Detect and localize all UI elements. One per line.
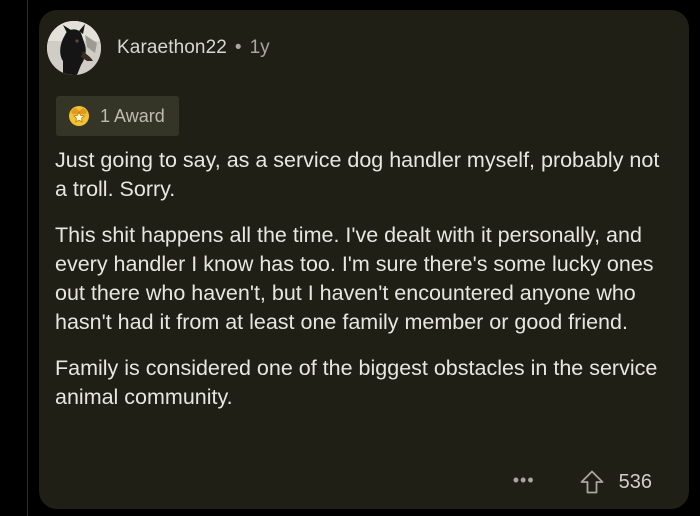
comment-paragraph: Family is considered one of the biggest … <box>55 356 658 409</box>
award-label: 1 Award <box>100 105 165 126</box>
comment-header: Karaethon22 • 1y <box>47 21 270 75</box>
vote-score: 536 <box>618 470 652 493</box>
award-star-icon <box>69 106 89 126</box>
avatar-dog-photo <box>47 21 101 75</box>
award-chip[interactable]: 1 Award <box>56 96 179 136</box>
comment-body: Just going to say, as a service dog hand… <box>55 146 675 429</box>
meta-separator: • <box>234 37 242 58</box>
thread-line <box>27 0 28 516</box>
comment-card: Karaethon22 • 1y 1 Award Just going to s… <box>39 10 689 509</box>
upvote-arrow-icon[interactable] <box>579 469 605 495</box>
avatar[interactable] <box>47 21 101 75</box>
comment-paragraph: Just going to say, as a service dog hand… <box>55 148 660 201</box>
comment-actions: ••• 536 <box>513 469 652 495</box>
comment-age: 1y <box>249 37 270 58</box>
comment-author[interactable]: Karaethon22 <box>117 37 227 59</box>
comment-paragraph: This shit happens all the time. I've dea… <box>55 223 654 334</box>
more-options-button[interactable]: ••• <box>513 471 535 489</box>
